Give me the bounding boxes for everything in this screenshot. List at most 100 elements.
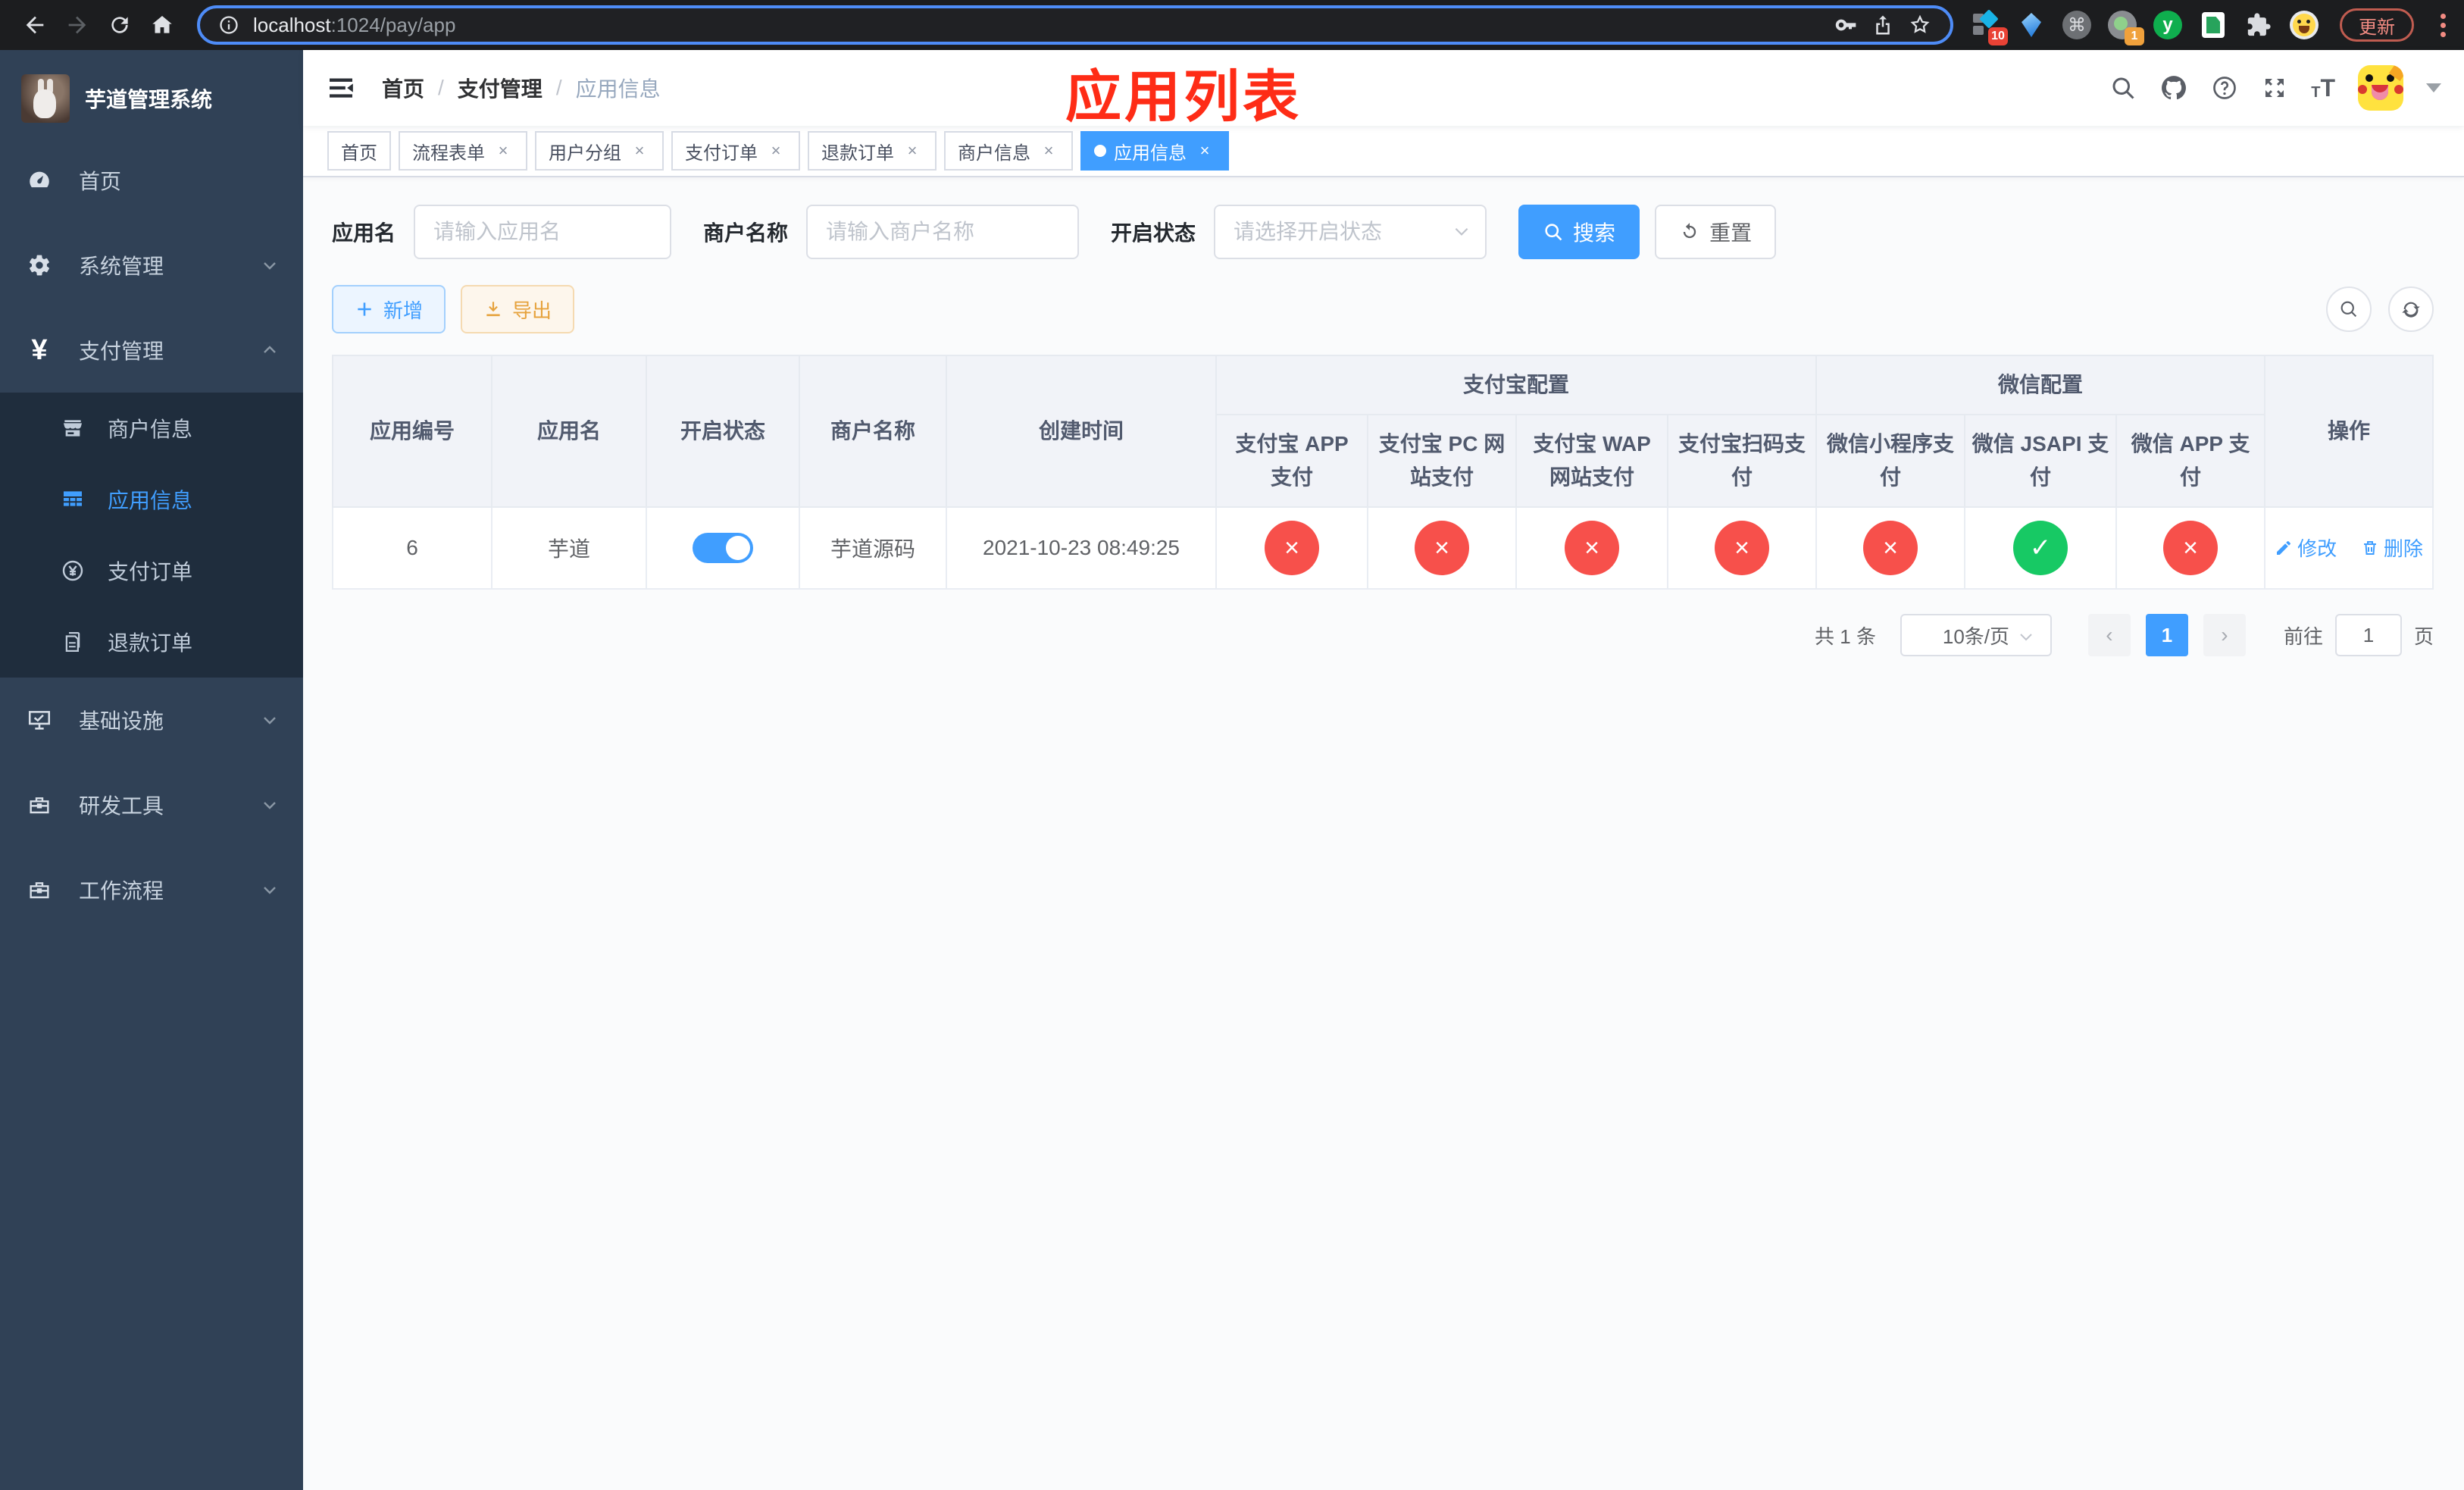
col-header-created: 创建时间 <box>946 355 1217 508</box>
extension-badge: 1 <box>2125 27 2144 45</box>
forward-icon[interactable] <box>58 5 97 45</box>
extension-doc-icon[interactable] <box>2199 11 2228 39</box>
close-icon[interactable]: × <box>1194 140 1215 161</box>
filter-merchant-label: 商户名称 <box>703 221 789 245</box>
alipay-qr-status-icon[interactable]: × <box>1715 521 1769 575</box>
refresh-icon[interactable] <box>2388 286 2434 332</box>
sidebar: 芋道管理系统 首页 系统管理 ¥ 支付管理 商户信息 应用信息 支付订单 退款订… <box>0 50 303 1490</box>
add-button[interactable]: 新增 <box>332 285 446 333</box>
extension-kit-icon[interactable]: 10 <box>1972 9 2008 45</box>
breadcrumb-payment[interactable]: 支付管理 <box>458 73 543 103</box>
help-icon[interactable] <box>2211 74 2238 102</box>
profile-avatar-icon[interactable] <box>2290 11 2319 39</box>
delete-link[interactable]: 删除 <box>2361 534 2423 562</box>
sidebar-logo[interactable]: 芋道管理系统 <box>0 50 303 129</box>
sidebar-item-infra[interactable]: 基础设施 <box>0 678 303 762</box>
chevron-down-icon <box>261 711 279 729</box>
sidebar-item-system[interactable]: 系统管理 <box>0 223 303 308</box>
table-row: 6 芋道 芋道源码 2021-10-23 08:49:25 × × × × × … <box>332 506 2434 590</box>
tag-user-group[interactable]: 用户分组 × <box>535 131 664 171</box>
avatar-caret-icon[interactable] <box>2426 83 2441 92</box>
wx-mini-status-icon[interactable]: × <box>1863 521 1918 575</box>
close-icon[interactable]: × <box>492 140 514 161</box>
merchant-name-input[interactable] <box>806 205 1080 259</box>
bookmark-star-icon[interactable] <box>1908 13 1932 37</box>
top-navbar: 首页 / 支付管理 / 应用信息 TT <box>303 50 2464 126</box>
wx-app-status-icon[interactable]: × <box>2163 521 2219 575</box>
share-icon[interactable] <box>1871 14 1894 36</box>
site-info-icon[interactable] <box>218 14 239 36</box>
app-name-input[interactable] <box>414 205 672 259</box>
url-text[interactable]: localhost:1024/pay/app <box>253 14 1820 37</box>
close-icon[interactable]: × <box>629 140 650 161</box>
breadcrumb-home[interactable]: 首页 <box>382 73 424 103</box>
fullscreen-icon[interactable] <box>2261 74 2288 102</box>
password-key-icon[interactable] <box>1834 13 1858 37</box>
close-icon[interactable]: × <box>1038 140 1059 161</box>
tag-pay-orders[interactable]: 支付订单 × <box>671 131 800 171</box>
chrome-update-button[interactable]: 更新 <box>2340 8 2414 42</box>
tags-view-bar: 首页 流程表单 × 用户分组 × 支付订单 × 退款订单 × 商户信息 × 应用信息 × <box>303 126 2464 177</box>
yen-circle-icon <box>59 559 86 583</box>
dashboard-icon <box>26 167 53 193</box>
alipay-wap-status-icon[interactable]: × <box>1565 521 1619 575</box>
tag-process-form[interactable]: 流程表单 × <box>399 131 527 171</box>
sidebar-item-pay-orders[interactable]: 支付订单 <box>0 535 303 606</box>
toggle-search-icon[interactable] <box>2326 286 2372 332</box>
prev-page-button[interactable]: ‹ <box>2087 614 2131 656</box>
browser-menu-icon[interactable] <box>2440 13 2446 37</box>
page-size-select[interactable]: 10条/页 <box>1900 614 2052 656</box>
reset-button[interactable]: 重置 <box>1655 205 1777 259</box>
extension-command-icon[interactable]: ⌘ <box>2062 11 2091 39</box>
gear-icon <box>26 253 53 277</box>
sidebar-item-home[interactable]: 首页 <box>0 138 303 223</box>
home-icon[interactable] <box>142 5 182 45</box>
sidebar-item-devtools[interactable]: 研发工具 <box>0 762 303 847</box>
total-count: 共 1 条 <box>1815 624 1876 648</box>
extension-balloon-icon[interactable] <box>2017 11 2046 39</box>
github-icon[interactable] <box>2159 74 2188 102</box>
alipay-pc-status-icon[interactable]: × <box>1415 521 1469 575</box>
sidebar-item-workflow[interactable]: 工作流程 <box>0 847 303 932</box>
cell-app-name: 芋道 <box>491 506 647 590</box>
status-toggle[interactable] <box>693 533 753 563</box>
alipay-app-status-icon[interactable]: × <box>1265 521 1319 575</box>
chevron-down-icon <box>261 256 279 274</box>
back-icon[interactable] <box>15 5 55 45</box>
tag-merchant-info[interactable]: 商户信息 × <box>944 131 1073 171</box>
close-icon[interactable]: × <box>765 140 786 161</box>
current-page-button[interactable]: 1 <box>2145 614 2188 656</box>
active-dot <box>1094 145 1106 157</box>
next-page-button[interactable]: › <box>2203 614 2246 656</box>
goto-page-input[interactable] <box>2334 614 2402 656</box>
tag-app-info-active[interactable]: 应用信息 × <box>1080 131 1229 171</box>
address-bar[interactable]: localhost:1024/pay/app <box>197 5 1953 45</box>
sidebar-item-label: 系统管理 <box>79 255 164 278</box>
tag-home[interactable]: 首页 <box>327 131 391 171</box>
search-button[interactable]: 搜索 <box>1518 205 1640 259</box>
sidebar-collapse-icon[interactable] <box>326 73 356 103</box>
sidebar-item-payment[interactable]: ¥ 支付管理 <box>0 308 303 393</box>
cell-actions: 修改 删除 <box>2264 506 2434 590</box>
user-avatar[interactable] <box>2358 65 2403 111</box>
status-select[interactable] <box>1214 205 1487 259</box>
reload-icon[interactable] <box>100 5 139 45</box>
wx-jsapi-status-icon[interactable]: ✓ <box>2013 521 2068 575</box>
sidebar-item-app-info[interactable]: 应用信息 <box>0 464 303 535</box>
sidebar-item-refund-orders[interactable]: 退款订单 <box>0 606 303 678</box>
col-header-name: 应用名 <box>491 355 647 508</box>
sidebar-item-merchant-info[interactable]: 商户信息 <box>0 393 303 464</box>
cell-merchant: 芋道源码 <box>799 506 947 590</box>
search-icon[interactable] <box>2109 74 2137 102</box>
extensions-puzzle-icon[interactable] <box>2244 11 2273 39</box>
col-header-wx-jsapi: 微信 JSAPI 支付 <box>1964 414 2118 508</box>
close-icon[interactable]: × <box>902 140 923 161</box>
extension-camera-icon[interactable]: 1 <box>2108 11 2144 45</box>
edit-link[interactable]: 修改 <box>2275 534 2337 562</box>
export-button[interactable]: 导出 <box>461 285 575 333</box>
font-size-icon[interactable]: TT <box>2311 76 2335 100</box>
sidebar-item-label: 支付管理 <box>79 340 164 363</box>
tag-refund-orders[interactable]: 退款订单 × <box>808 131 937 171</box>
extension-y-icon[interactable]: y <box>2153 11 2182 39</box>
app-title: 芋道管理系统 <box>85 88 213 111</box>
